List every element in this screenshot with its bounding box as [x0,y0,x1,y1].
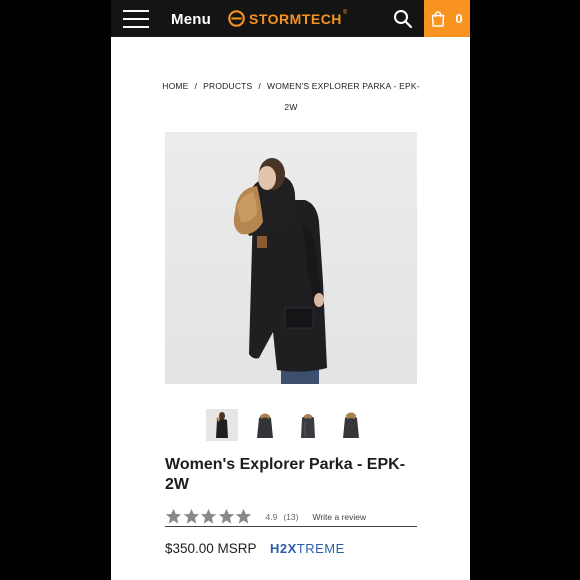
product-main-image[interactable] [165,132,417,384]
breadcrumb-separator: / [194,81,198,91]
breadcrumb-current: WOMEN'S EXPLORER PARKA - EPK-2W [266,81,420,112]
hamburger-icon [123,10,149,28]
star-icon [165,508,182,524]
top-navigation-bar: Menu STORMTECH ® 0 [111,0,470,37]
star-rating[interactable] [165,508,253,525]
cart-button[interactable]: 0 [424,0,470,37]
product-price: $350.00 MSRP [165,541,257,556]
parka-back-icon [343,412,359,438]
rating-count[interactable]: (13) [283,512,298,522]
search-icon [394,10,413,29]
breadcrumb-separator: / [258,81,261,91]
breadcrumb-products[interactable]: PRODUCTS [203,81,252,91]
search-button[interactable] [393,9,413,29]
h2xtreme-logo: H2X TREME [270,541,345,556]
star-icon [200,508,217,524]
parka-model-thumbnail-icon [216,412,228,438]
shopping-bag-icon [432,10,445,27]
thumbnail-parka-front[interactable] [249,409,281,441]
thumbnail-parka-side[interactable] [292,409,324,441]
brand-registered-mark: ® [342,10,348,16]
thumbnail-strip [206,409,378,441]
breadcrumb-home[interactable]: HOME [162,81,188,91]
menu-button[interactable]: Menu [123,8,211,30]
star-icon [218,508,234,524]
breadcrumb: HOME / PRODUCTS / WOMEN'S EXPLORER PARKA - E… [156,76,426,118]
h2xtreme-logo-bold: H2X [270,541,297,556]
rating-row: 4.9 (13) Write a review [165,507,417,527]
product-page: Menu STORMTECH ® 0 HOME / PRODUCTS / WOME [111,0,470,580]
brand-name: STORMTECH [249,10,342,27]
h2xtreme-logo-light: TREME [296,541,345,556]
thumbnail-parka-back[interactable] [335,409,367,441]
star-icon [183,508,199,524]
menu-label: Menu [171,10,211,28]
product-title: Women's Explorer Parka - EPK-2W [165,456,406,493]
rating-value: 4.9 [265,511,278,522]
brand-logo[interactable]: STORMTECH ® [228,10,347,27]
star-icon [235,508,252,524]
parka-side-icon [301,414,315,438]
parka-front-icon [257,413,273,438]
thumbnail-model-front[interactable] [206,409,238,441]
stormtech-logo-icon [228,10,245,27]
cart-count: 0 [455,11,463,26]
parka-model-illustration [233,158,327,384]
write-review-link[interactable]: Write a review [312,512,366,522]
